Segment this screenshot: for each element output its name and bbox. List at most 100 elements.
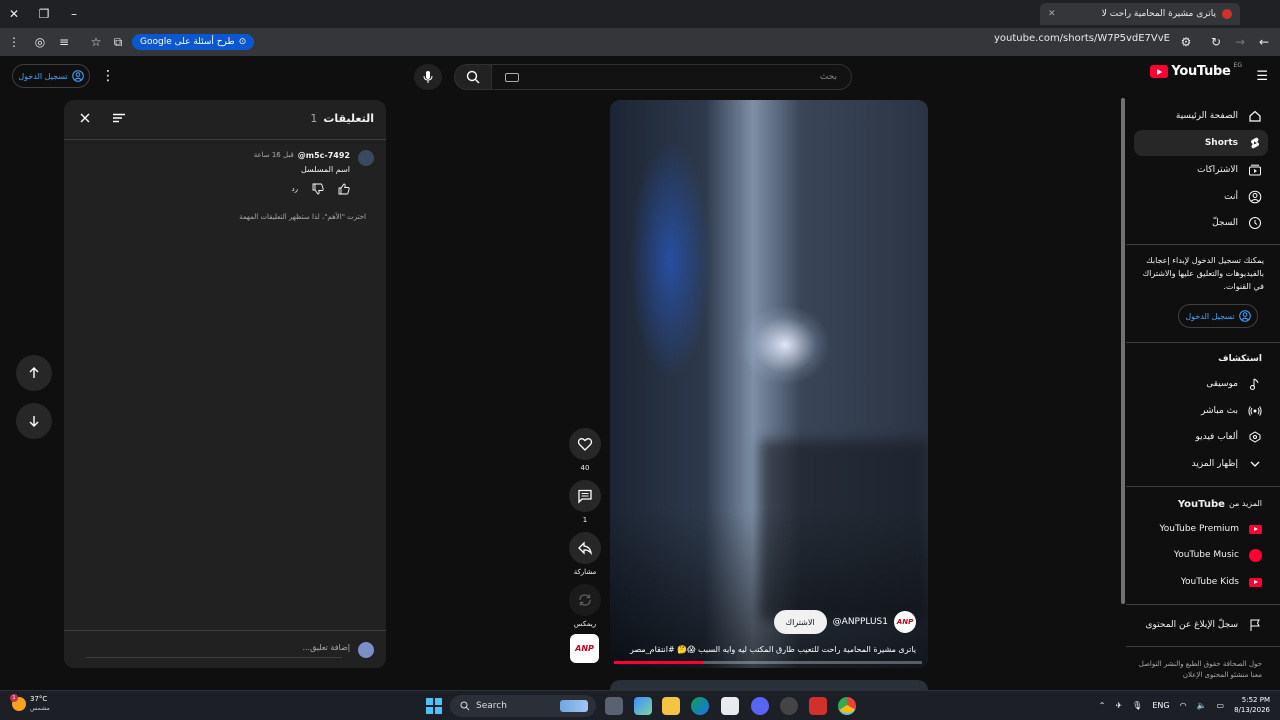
reload-icon[interactable]: ↻ [1206,32,1226,52]
sidebar-item-live[interactable]: بث مباشر [1134,398,1268,424]
video-progress-bar[interactable] [614,661,922,664]
minimize-window-icon[interactable]: – [64,4,84,24]
sidebar-item-report-history[interactable]: سجلّ الإبلاغ عن المحتوى [1134,612,1268,638]
vivaldi-icon[interactable] [809,697,827,715]
sidebar-item-youtube-kids[interactable]: YouTube Kids [1134,569,1268,595]
voice-search-button[interactable] [414,64,442,90]
channel-avatar[interactable]: ANP [894,611,916,633]
sidebar-item-subscriptions[interactable]: الاشتراكات [1134,157,1268,183]
browser-tab-bar: ✕ ❐ – + ياترى مشيرة المحامية راحت لا ✕ [0,0,1280,28]
search-highlight-icon [560,700,588,712]
search-icon [460,701,470,711]
channel-name[interactable]: @ANPPLUS1 [833,617,888,627]
sound-thumbnail[interactable]: ANP [570,634,599,663]
sidebar-item-shorts[interactable]: Shorts [1134,130,1268,156]
next-video-peek [610,680,928,690]
video-title[interactable]: ياترى مشيرة المحامية راحت للتعيب طارق ال… [626,645,916,654]
search-button[interactable] [454,64,492,90]
sidebar-item-home[interactable]: الصفحة الرئيسية [1134,103,1268,129]
discord-icon[interactable] [751,697,769,715]
site-settings-icon[interactable]: ⚙ [1176,32,1196,52]
comments-panel: التعليقات 1 @m5c-7492 قبل 16 ساعة اسم ال… [64,100,386,668]
tab-close-icon[interactable]: ✕ [1048,9,1056,19]
clock[interactable]: 5:52 PM 8/13/2026 [1234,695,1270,715]
comments-title: التعليقات 1 [310,112,374,125]
comment-text: اسم المسلسل [300,165,350,174]
add-comment-input[interactable]: إضافة تعليق... [302,643,350,652]
file-explorer-icon[interactable] [662,697,680,715]
reply-button[interactable]: رد [292,185,299,193]
tray-chevron-icon[interactable]: ⌃ [1099,701,1106,710]
gaming-icon [1249,431,1261,443]
sidebar-footer-links[interactable]: حول الصحافة حقوق الطبع والنشر التواصل مع… [1132,659,1262,681]
menu-icon[interactable]: ⋮ [4,32,24,52]
install-app-icon[interactable]: ⧉ [108,32,128,52]
shorts-video-player[interactable]: ANP @ANPPLUS1 الاشتراك ياترى مشيرة المحا… [610,100,928,668]
reading-list-icon[interactable]: ≡ [54,32,74,52]
tray-mic-icon[interactable]: 🎙 [1132,701,1142,710]
arrow-up-icon [29,367,39,378]
taskbar-search[interactable]: Search [450,695,596,717]
chrome-icon[interactable] [838,697,856,715]
share-button[interactable] [569,532,601,564]
battery-icon[interactable]: ▭ [1217,701,1225,710]
sort-comments-button[interactable] [112,111,126,125]
restore-window-icon[interactable]: ❐ [34,4,54,24]
like-icon[interactable] [338,183,350,195]
weather-widget[interactable]: 1 37°C مشمس [10,694,50,713]
sidebar-scrollbar[interactable] [1121,98,1125,604]
like-button[interactable] [569,428,601,460]
keyboard-icon[interactable] [505,72,519,82]
widgets-icon[interactable] [634,697,652,715]
previous-short-button[interactable] [16,355,52,391]
comment-action[interactable]: 1 [569,480,601,524]
sidebar-item-history[interactable]: السجلّ [1134,210,1268,236]
lens-icon: ⊙ [238,37,247,47]
sign-in-button[interactable]: تسجيل الدخول [12,64,90,88]
store-icon[interactable] [721,697,739,715]
comment-time[interactable]: قبل 16 ساعة [254,151,294,160]
comment-author[interactable]: @m5c-7492 [298,151,350,160]
search-input[interactable]: بحث [490,64,852,90]
tray-app-icon[interactable]: ✈ [1115,701,1122,710]
address-bar[interactable]: youtube.com/shorts/W7P5vdE7VvE [994,33,1170,44]
edge-icon[interactable] [691,697,709,715]
volume-icon[interactable]: 🔈 [1197,701,1207,710]
language-indicator[interactable]: ENG [1152,701,1169,710]
comments-button[interactable] [569,480,601,512]
browser-tab[interactable]: ياترى مشيرة المحامية راحت لا ✕ [1040,3,1240,25]
bookmark-star-icon[interactable]: ☆ [86,32,106,52]
dislike-icon[interactable] [312,183,324,195]
like-action[interactable]: 40 [569,428,601,472]
guide-menu-icon[interactable]: ☰ [1256,69,1268,84]
system-tray: ⌃ ✈ 🎙 ENG ◠ 🔈 ▭ 5:52 PM 8/13/2026 [1099,695,1270,715]
back-icon[interactable]: ← [1254,32,1274,52]
sidebar-sign-in-button[interactable]: تسجيل الدخول [1178,304,1258,328]
next-short-button[interactable] [16,403,52,439]
mic-icon [423,71,433,83]
remix-action[interactable]: ريمكس [569,584,601,628]
youtube-logo[interactable]: YouTube EG [1150,62,1242,79]
forward-icon[interactable]: → [1230,32,1250,52]
subscribe-button[interactable]: الاشتراك [773,610,827,634]
app-icon[interactable] [780,697,798,715]
remix-button[interactable] [569,584,601,616]
sidebar-item-youtube-premium[interactable]: YouTube Premium [1134,516,1268,542]
sidebar-item-youtube-music[interactable]: YouTube Music [1134,542,1268,568]
sidebar-item-music[interactable]: موسيقى [1134,371,1268,397]
commenter-avatar[interactable] [358,150,374,166]
wifi-icon[interactable]: ◠ [1180,701,1187,710]
close-comments-button[interactable] [78,111,92,125]
sidebar-item-you[interactable]: أنت [1134,184,1268,210]
close-window-icon[interactable]: ✕ [4,4,24,24]
profile-icon[interactable]: ◎ [30,32,50,52]
settings-kebab-icon[interactable]: ⋮ [101,67,115,85]
task-view-icon[interactable] [605,697,623,715]
comment-count: 1 [582,516,588,524]
sidebar-item-gaming[interactable]: ألعاب فيديو [1134,424,1268,450]
google-ask-button[interactable]: ⊙ طرح أسئلة على Google [132,34,255,50]
share-action[interactable]: مشاركة [569,532,601,576]
windows-start-button[interactable] [426,698,442,714]
sidebar-show-more[interactable]: إظهار المزيد [1134,451,1268,477]
sidebar-divider [1126,342,1280,343]
